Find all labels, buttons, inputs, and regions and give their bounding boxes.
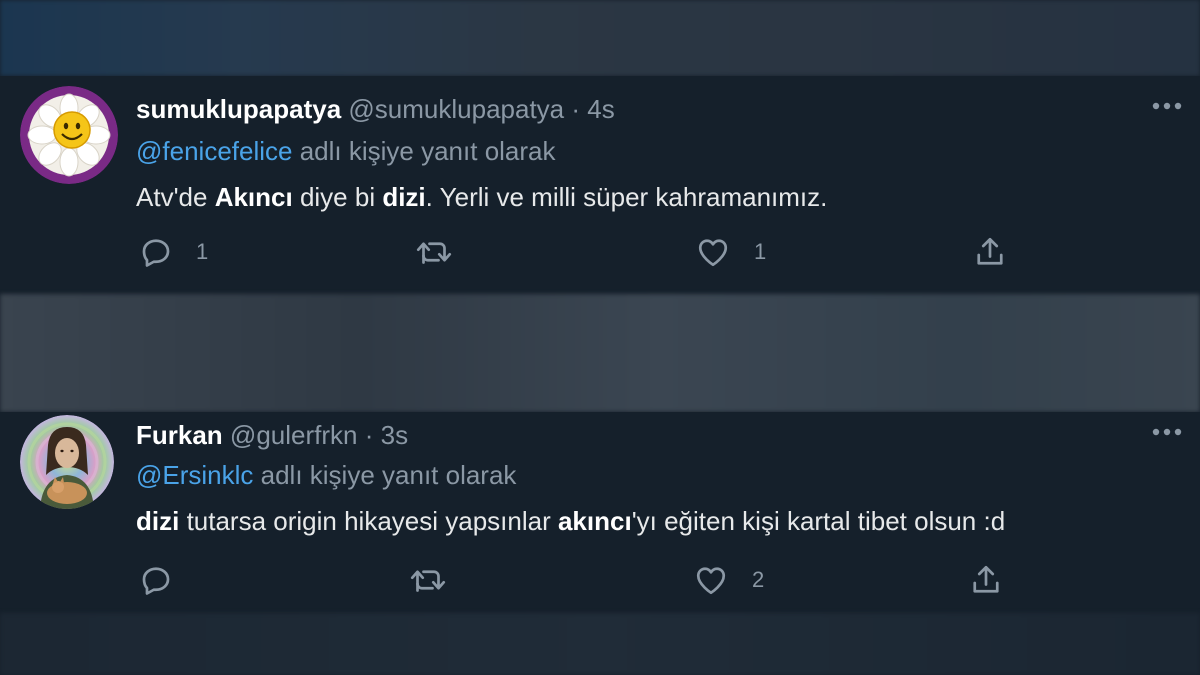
timestamp[interactable]: 3s	[381, 420, 408, 450]
like-count: 2	[752, 567, 765, 592]
share-icon	[973, 565, 999, 593]
more-options-icon	[1152, 102, 1182, 110]
reply-suffix: adlı kişiye yanıt olarak	[299, 136, 556, 166]
reply-icon	[142, 239, 170, 267]
like-button[interactable]: 2	[692, 560, 764, 600]
tweet-text-bold: Akıncı	[214, 182, 293, 212]
display-name[interactable]: sumuklupapatya	[136, 94, 341, 124]
user-handle[interactable]: @gulerfrkn	[230, 420, 358, 450]
separator: ·	[364, 420, 374, 450]
tweet-card[interactable]: Furkan @gulerfrkn · 3s @Ersinklc adlı ki…	[0, 412, 1200, 612]
reply-suffix: adlı kişiye yanıt olarak	[260, 460, 517, 490]
tweet-text-segment: Atv'de	[136, 182, 215, 212]
blurred-background-middle	[0, 294, 1200, 412]
retweet-button[interactable]	[408, 560, 448, 600]
tweet-text-segment: . Yerli ve milli süper kahramanımız.	[425, 182, 828, 212]
reply-context: @Ersinklc adlı kişiye yanıt olarak	[136, 460, 516, 491]
share-icon	[977, 237, 1003, 265]
reply-context: @fenicefelice adlı kişiye yanıt olarak	[136, 136, 556, 167]
tweet-text-bold: dizi	[382, 182, 426, 212]
daisy-smiley-avatar-icon	[20, 86, 118, 184]
tweet-header: Furkan @gulerfrkn · 3s	[136, 420, 408, 451]
share-button[interactable]	[968, 560, 1004, 600]
avatar[interactable]	[20, 86, 118, 184]
reply-count: 1	[196, 239, 209, 264]
reply-button[interactable]	[138, 560, 196, 600]
like-count: 1	[754, 239, 767, 264]
tweet-text: Atv'de Akıncı diye bi dizi. Yerli ve mil…	[136, 182, 827, 213]
retweet-icon	[410, 570, 446, 592]
more-options-button[interactable]	[1150, 96, 1184, 116]
tweet-card[interactable]: sumuklupapatya @sumuklupapatya · 4s @fen…	[0, 76, 1200, 292]
user-handle[interactable]: @sumuklupapatya	[348, 94, 564, 124]
more-options-button[interactable]	[1150, 422, 1184, 442]
tweet-text-bold: akıncı	[557, 506, 632, 536]
tweet-actions: 1 1	[136, 232, 1036, 272]
tweet-actions: 2	[136, 560, 1036, 600]
tweet-header: sumuklupapatya @sumuklupapatya · 4s	[136, 94, 615, 125]
reply-button[interactable]: 1	[138, 232, 208, 272]
blurred-background-top	[0, 0, 1200, 76]
more-options-icon	[1152, 428, 1182, 436]
tweet-text-bold: dizi	[136, 506, 180, 536]
heart-icon	[696, 567, 726, 595]
retweet-icon	[416, 242, 452, 264]
share-button[interactable]	[972, 232, 1008, 272]
tweet-text-segment: diye bi	[292, 182, 383, 212]
reply-mention-link[interactable]: @Ersinklc	[136, 460, 253, 490]
heart-icon	[698, 239, 728, 267]
blurred-background-bottom	[0, 613, 1200, 675]
avatar[interactable]	[20, 415, 114, 509]
person-with-cat-avatar-icon	[20, 415, 114, 509]
separator: ·	[571, 94, 581, 124]
tweet-text-segment: 'yı eğiten kişi kartal tibet olsun :d	[631, 506, 1006, 536]
tweet-text: dizi tutarsa origin hikayesi yapsınlar a…	[136, 506, 1005, 537]
timestamp[interactable]: 4s	[587, 94, 614, 124]
reply-icon	[142, 567, 170, 595]
like-button[interactable]: 1	[694, 232, 766, 272]
display-name[interactable]: Furkan	[136, 420, 223, 450]
tweet-text-segment: tutarsa origin hikayesi yapsınlar	[179, 506, 558, 536]
retweet-button[interactable]	[414, 232, 454, 272]
reply-mention-link[interactable]: @fenicefelice	[136, 136, 292, 166]
